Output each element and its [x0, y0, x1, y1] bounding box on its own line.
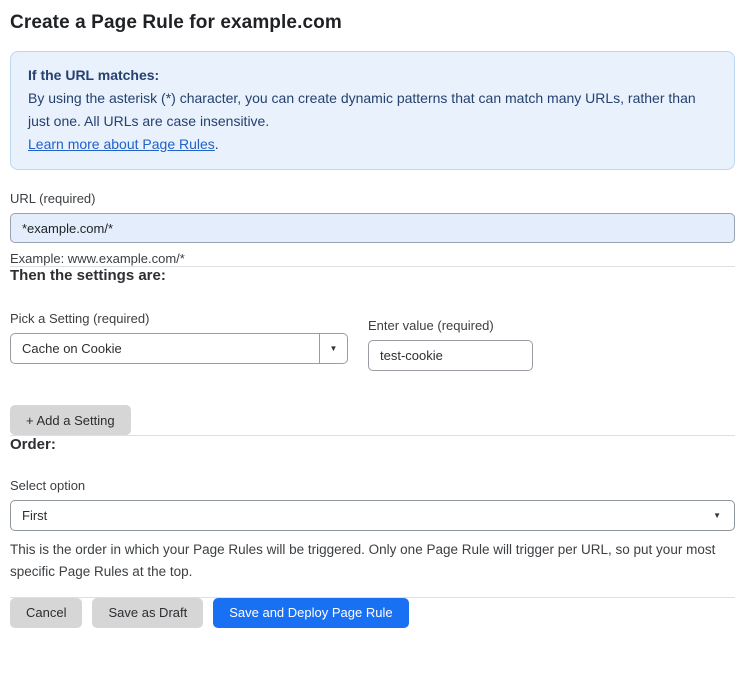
page-title: Create a Page Rule for example.com	[10, 12, 342, 33]
cancel-button[interactable]: Cancel	[10, 597, 83, 628]
learn-more-link[interactable]: Learn more about Page Rules	[28, 136, 215, 152]
info-box-link-line: Learn more about Page Rules.	[28, 133, 717, 156]
form-actions: Cancel Save as Draft Save and Deploy Pag…	[10, 597, 735, 628]
setting-picker-arrow-button[interactable]: ▼	[319, 334, 347, 363]
info-box-body: By using the asterisk (*) character, you…	[28, 90, 696, 129]
add-setting-button[interactable]: + Add a Setting	[10, 405, 131, 435]
setting-picker-dropdown[interactable]: Cache on Cookie ▼	[10, 333, 348, 364]
link-suffix: .	[214, 136, 219, 152]
settings-row: Pick a Setting (required) Cache on Cooki…	[10, 311, 735, 371]
order-section-heading: Order:	[10, 436, 56, 453]
settings-section-heading: Then the settings are:	[10, 267, 166, 284]
page-rule-form: Create a Page Rule for example.com If th…	[0, 0, 750, 628]
order-select-label: Select option	[10, 478, 86, 493]
url-input[interactable]	[10, 213, 735, 243]
url-match-info-box: If the URL matches: By using the asteris…	[10, 51, 735, 170]
setting-picker-label: Pick a Setting (required)	[10, 311, 150, 326]
info-box-heading: If the URL matches:	[28, 67, 160, 83]
order-select-dropdown[interactable]: First ▼	[10, 500, 735, 531]
save-as-draft-button[interactable]: Save as Draft	[92, 597, 204, 628]
order-helper-text: This is the order in which your Page Rul…	[10, 542, 716, 579]
setting-value-input[interactable]	[368, 340, 533, 371]
url-example-helper: Example: www.example.com/*	[10, 251, 185, 266]
save-and-deploy-button[interactable]: Save and Deploy Page Rule	[213, 597, 409, 628]
setting-picker-column: Pick a Setting (required) Cache on Cooki…	[10, 311, 348, 371]
url-field-label: URL (required)	[10, 191, 96, 206]
value-field-label: Enter value (required)	[368, 318, 494, 333]
setting-picker-selected-value: Cache on Cookie	[22, 341, 122, 356]
chevron-down-icon: ▼	[329, 343, 338, 353]
setting-value-column: Enter value (required)	[368, 318, 533, 371]
chevron-down-icon: ▼	[713, 510, 721, 520]
order-selected-value: First	[22, 508, 48, 523]
